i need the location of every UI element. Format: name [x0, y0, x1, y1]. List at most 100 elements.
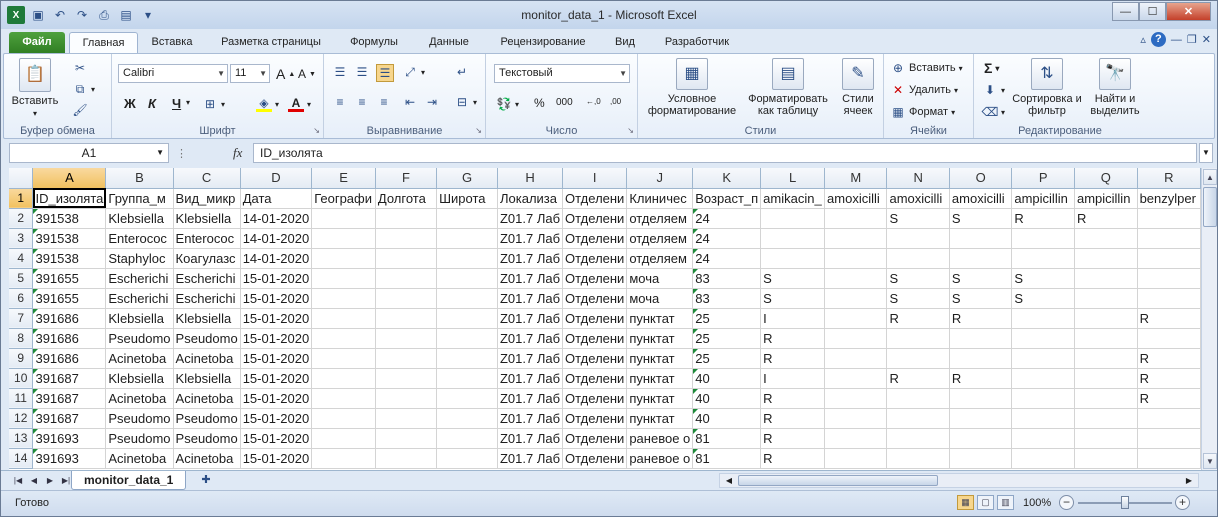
cell-r8[interactable]	[1137, 328, 1201, 349]
cell-e2[interactable]	[311, 208, 376, 229]
cell-h10[interactable]: Z01.7 Лаб	[497, 368, 564, 389]
cell-a8[interactable]: 391686	[32, 328, 107, 349]
align-center-button[interactable]: ≡	[354, 94, 370, 110]
cell-h12[interactable]: Z01.7 Лаб	[497, 408, 564, 429]
cell-b14[interactable]: Acinetoba	[105, 448, 174, 469]
column-header-k[interactable]: K	[692, 168, 762, 189]
cell-q4[interactable]	[1074, 248, 1138, 269]
cell-d14[interactable]: 15-01-2020	[240, 448, 313, 469]
cell-g14[interactable]	[436, 448, 498, 469]
cell-h7[interactable]: Z01.7 Лаб	[497, 308, 564, 329]
cell-r13[interactable]	[1137, 428, 1201, 449]
cell-g13[interactable]	[436, 428, 498, 449]
cell-d3[interactable]: 14-01-2020	[240, 228, 313, 249]
cell-e7[interactable]	[311, 308, 376, 329]
cell-j9[interactable]: пунктат	[626, 348, 694, 369]
align-top-button[interactable]: ☰	[332, 64, 348, 80]
cell-m3[interactable]	[824, 228, 888, 249]
cell-k11[interactable]: 40	[692, 388, 762, 409]
cell-l5[interactable]: S	[760, 268, 826, 289]
expand-formula-bar-button[interactable]: ▼	[1199, 143, 1213, 163]
cell-e11[interactable]	[311, 388, 376, 409]
cell-p1[interactable]: ampicillin	[1011, 188, 1075, 209]
cell-l6[interactable]: S	[760, 288, 826, 309]
column-header-n[interactable]: N	[886, 168, 950, 189]
cell-l10[interactable]: I	[760, 368, 826, 389]
font-size-combo[interactable]: 11 ▼	[230, 64, 270, 83]
cell-n8[interactable]	[886, 328, 950, 349]
cell-k2[interactable]: 24	[692, 208, 762, 229]
column-header-h[interactable]: H	[497, 168, 564, 189]
cell-g6[interactable]	[436, 288, 498, 309]
column-header-d[interactable]: D	[240, 168, 313, 189]
scroll-left-button[interactable]: ◀	[722, 474, 736, 487]
cell-f14[interactable]	[375, 448, 438, 469]
cell-q3[interactable]	[1074, 228, 1138, 249]
cell-l11[interactable]: R	[760, 388, 826, 409]
cell-n6[interactable]: S	[886, 288, 950, 309]
cell-g11[interactable]	[436, 388, 498, 409]
cell-g12[interactable]	[436, 408, 498, 429]
cell-d2[interactable]: 14-01-2020	[240, 208, 313, 229]
cell-f1[interactable]: Долгота	[375, 188, 438, 209]
tab-developer[interactable]: Разработчик	[653, 32, 741, 54]
cell-e14[interactable]	[311, 448, 376, 469]
cell-c9[interactable]: Acinetoba	[173, 348, 241, 369]
cell-p11[interactable]	[1011, 388, 1075, 409]
cell-b3[interactable]: Enterococ	[105, 228, 174, 249]
cell-m13[interactable]	[824, 428, 888, 449]
cell-c4[interactable]: Коагулазс	[173, 248, 241, 269]
cell-n7[interactable]: R	[886, 308, 950, 329]
cell-o14[interactable]	[949, 448, 1013, 469]
cell-r12[interactable]	[1137, 408, 1201, 429]
cell-a1[interactable]: ID_изолята	[32, 188, 107, 209]
cell-f5[interactable]	[375, 268, 438, 289]
cell-p3[interactable]	[1011, 228, 1075, 249]
row-header[interactable]: 9	[9, 348, 34, 369]
find-select-button[interactable]: 🔭 Найти и выделить	[1086, 58, 1144, 117]
cell-g2[interactable]	[436, 208, 498, 229]
cell-c6[interactable]: Escherichi	[173, 288, 241, 309]
sort-filter-button[interactable]: ⇅ Сортировка и фильтр	[1012, 58, 1082, 117]
column-header-i[interactable]: I	[562, 168, 628, 189]
cell-b1[interactable]: Группа_м	[105, 188, 174, 209]
cell-c7[interactable]: Klebsiella	[173, 308, 241, 329]
cell-a6[interactable]: 391655	[32, 288, 107, 309]
cell-f10[interactable]	[375, 368, 438, 389]
cell-i9[interactable]: Отделени	[562, 348, 628, 369]
currency-button[interactable]: 💱 ▾	[496, 96, 520, 112]
orientation-button[interactable]: ⤢ ▾	[402, 64, 425, 80]
cell-l7[interactable]: I	[760, 308, 826, 329]
cell-h11[interactable]: Z01.7 Лаб	[497, 388, 564, 409]
column-header-c[interactable]: C	[173, 168, 241, 189]
cell-i14[interactable]: Отделени	[562, 448, 628, 469]
cell-c13[interactable]: Pseudomo	[173, 428, 241, 449]
cell-r7[interactable]: R	[1137, 308, 1201, 329]
cell-r1[interactable]: benzylper	[1137, 188, 1201, 209]
cell-g7[interactable]	[436, 308, 498, 329]
paste-button[interactable]: 📋 Вставить ▾	[10, 58, 60, 120]
delete-cells-button[interactable]: ✕ Удалить ▾	[890, 82, 958, 98]
cell-a7[interactable]: 391686	[32, 308, 107, 329]
doc-minimize-icon[interactable]: —	[1171, 34, 1182, 46]
cell-a11[interactable]: 391687	[32, 388, 107, 409]
cell-d7[interactable]: 15-01-2020	[240, 308, 313, 329]
cell-q13[interactable]	[1074, 428, 1138, 449]
cell-o7[interactable]: R	[949, 308, 1013, 329]
cell-d8[interactable]: 15-01-2020	[240, 328, 313, 349]
worksheet-grid[interactable]: ABCDEFGHIJKLMNOPQR 1 ID_изолята Группа_м Ви…	[9, 168, 1201, 470]
column-header-o[interactable]: O	[949, 168, 1013, 189]
column-header-e[interactable]: E	[311, 168, 376, 189]
cell-i1[interactable]: Отделени	[562, 188, 628, 209]
cell-q11[interactable]	[1074, 388, 1138, 409]
dialog-launcher-icon[interactable]: ↘	[313, 126, 320, 135]
zoom-out-button[interactable]: −	[1059, 495, 1074, 510]
cell-n3[interactable]	[886, 228, 950, 249]
column-header-q[interactable]: Q	[1074, 168, 1138, 189]
column-header-g[interactable]: G	[436, 168, 498, 189]
name-box[interactable]: A1 ▼	[9, 143, 169, 163]
tab-home[interactable]: Главная	[69, 32, 138, 54]
cell-a12[interactable]: 391687	[32, 408, 107, 429]
cell-r4[interactable]	[1137, 248, 1201, 269]
prev-sheet-button[interactable]: ◀	[27, 473, 41, 488]
